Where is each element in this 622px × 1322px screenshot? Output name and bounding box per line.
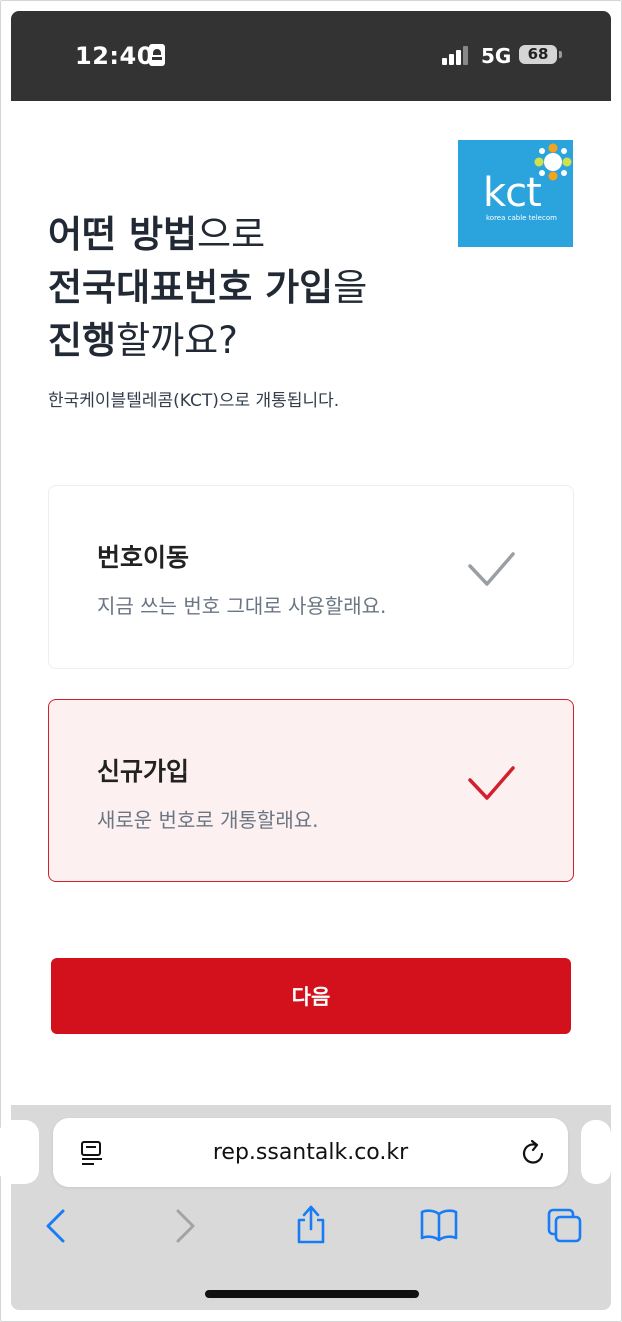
option-title: 신규가입 — [97, 757, 190, 786]
option-number-transfer[interactable]: 번호이동 지금 쓰는 번호 그대로 사용할래요. — [48, 485, 574, 669]
cellular-signal-icon — [442, 45, 472, 65]
forward-icon[interactable] — [172, 1208, 198, 1244]
battery-level: 68 — [527, 45, 549, 63]
logo-subtitle: korea cable telecom — [486, 214, 557, 222]
contact-card-icon — [149, 44, 165, 66]
option-new-signup[interactable]: 신규가입 새로운 번호로 개통할래요. — [48, 699, 574, 882]
status-bar: 12:40 5G 68 — [11, 11, 611, 101]
url-text: rep.ssantalk.co.kr — [212, 1140, 409, 1165]
home-indicator — [205, 1290, 419, 1298]
network-type: 5G — [481, 44, 512, 68]
page-subtitle: 한국케이블텔레콤(KCT)으로 개통됩니다. — [48, 391, 340, 411]
title-line3-bold: 진행 — [48, 319, 117, 362]
title-line3-rest: 할까요? — [116, 319, 238, 362]
title-line1-bold: 어떤 방법 — [48, 213, 198, 256]
reload-icon[interactable] — [521, 1140, 547, 1166]
back-icon[interactable] — [43, 1208, 69, 1244]
address-bar[interactable]: rep.ssantalk.co.kr — [53, 1118, 568, 1187]
option-description: 지금 쓰는 번호 그대로 사용할래요. — [97, 594, 387, 618]
option-title: 번호이동 — [97, 543, 190, 572]
next-tab-peek[interactable] — [581, 1120, 611, 1184]
check-icon — [468, 766, 515, 800]
next-button[interactable]: 다음 — [51, 958, 571, 1034]
kct-logo: kct korea cable telecom — [458, 140, 573, 247]
logo-text: kct — [483, 170, 542, 216]
option-description: 새로운 번호로 개통할래요. — [97, 808, 319, 832]
title-line1-rest: 으로 — [197, 213, 266, 256]
title-line2-rest: 을 — [333, 266, 368, 309]
title-line2-bold: 전국대표번호 가입 — [48, 266, 334, 309]
share-icon[interactable] — [295, 1203, 327, 1245]
bookmarks-icon[interactable] — [419, 1208, 459, 1242]
page-title: 어떤 방법으로 전국대표번호 가입을 진행할까요? — [48, 208, 367, 367]
tabs-icon[interactable] — [546, 1207, 584, 1245]
status-time: 12:40 — [75, 42, 154, 70]
battery-icon: 68 — [519, 45, 562, 64]
previous-tab-peek[interactable] — [0, 1120, 39, 1184]
check-icon — [468, 552, 515, 586]
